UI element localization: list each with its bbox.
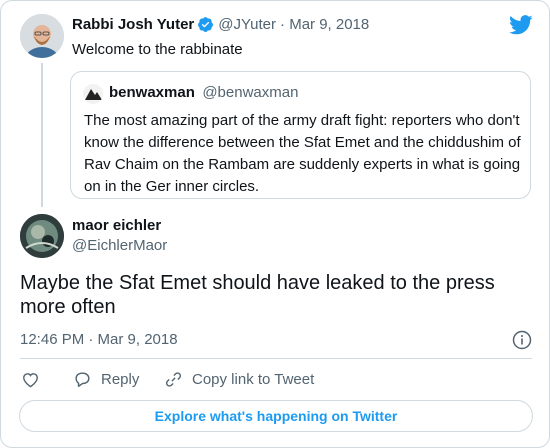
explore-label: Explore what's happening on Twitter: [154, 408, 398, 424]
parent-author-name[interactable]: Rabbi Josh Yuter: [72, 16, 194, 33]
reply-timestamp[interactable]: 12:46 PM · Mar 9, 2018: [20, 331, 178, 348]
twitter-bird-icon[interactable]: [509, 15, 533, 40]
verified-badge-icon: [197, 16, 214, 33]
parent-handle[interactable]: @JYuter: [218, 16, 276, 33]
explore-twitter-button[interactable]: Explore what's happening on Twitter: [19, 400, 533, 432]
reply-handle[interactable]: @EichlerMaor: [72, 237, 167, 254]
heart-icon: [21, 370, 40, 389]
embedded-tweet-card: Rabbi Josh Yuter @JYuter · Mar 9, 2018 W…: [0, 0, 550, 448]
quoted-handle: @benwaxman: [202, 84, 299, 101]
reply-tweet-text: Maybe the Sfat Emet should have leaked t…: [20, 272, 495, 318]
reply-author-name[interactable]: maor eichler: [72, 217, 161, 234]
quoted-author-name: benwaxman: [109, 84, 195, 101]
reply-button[interactable]: Reply: [73, 370, 139, 389]
parent-author-line: Rabbi Josh Yuter @JYuter · Mar 9, 2018: [72, 16, 369, 33]
info-icon[interactable]: [512, 330, 532, 355]
quoted-tweet[interactable]: benwaxman @benwaxman The most amazing pa…: [70, 71, 531, 199]
link-icon: [164, 370, 183, 389]
reply-label: Reply: [101, 371, 140, 388]
quoted-author-line: benwaxman @benwaxman: [109, 84, 298, 102]
thread-connector-line: [41, 63, 43, 207]
copy-link-button[interactable]: Copy link to Tweet: [164, 370, 314, 389]
copy-link-label: Copy link to Tweet: [192, 371, 315, 388]
parent-tweet-text: Welcome to the rabbinate: [72, 41, 243, 58]
quoted-author-avatar: [83, 84, 103, 104]
quoted-tweet-text: The most amazing part of the army draft …: [84, 112, 521, 195]
parent-author-avatar[interactable]: [20, 14, 64, 58]
parent-date[interactable]: · Mar 9, 2018: [280, 16, 369, 33]
reply-icon: [73, 370, 92, 389]
divider: [20, 358, 532, 359]
reply-author-avatar[interactable]: [20, 214, 64, 258]
like-button[interactable]: [21, 370, 40, 389]
